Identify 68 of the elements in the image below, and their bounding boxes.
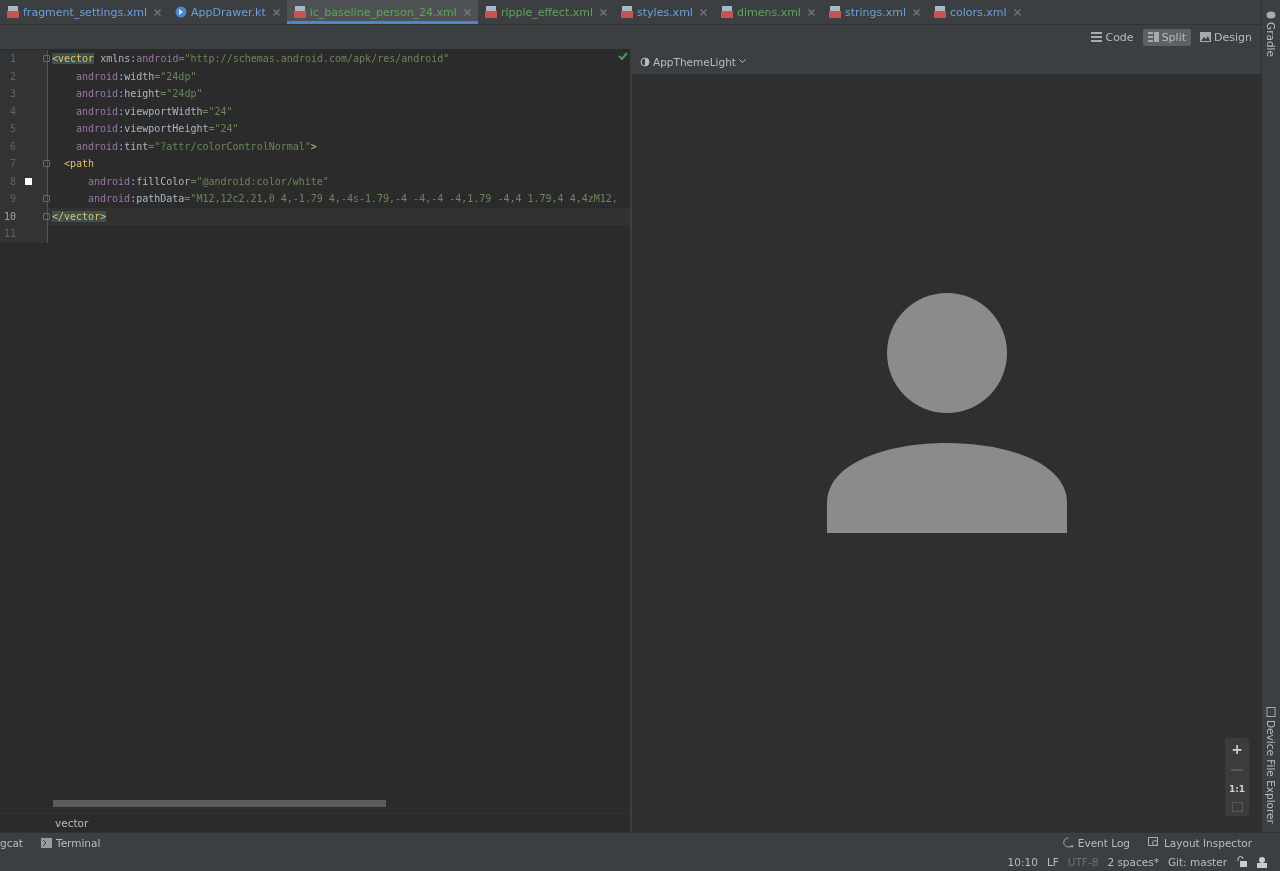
fold-icon[interactable]	[43, 55, 50, 63]
code-line: android:viewportWidth="24"	[75, 105, 233, 117]
file-tab[interactable]: strings.xml	[821, 0, 927, 24]
kotlin-file-icon	[175, 6, 188, 18]
code-line: android:width="24dp"	[75, 70, 197, 82]
code-line: android:tint="?attr/colorControlNormal">	[75, 140, 317, 152]
xml-file-icon	[934, 6, 946, 18]
gradle-tool-button[interactable]: Gradle	[1265, 10, 1277, 57]
caret-icon	[738, 59, 746, 64]
tool-window-button[interactable]: Terminal	[41, 836, 101, 849]
device-icon	[1266, 707, 1276, 718]
file-tab[interactable]: AppDrawer.kt	[168, 0, 287, 24]
status-item[interactable]: 10:10	[1007, 855, 1038, 868]
file-tab[interactable]: dimens.xml	[713, 0, 822, 24]
status-item[interactable]: Git: master	[1167, 855, 1227, 868]
inspector-icon	[1148, 837, 1160, 848]
status-item[interactable]: LF	[1046, 855, 1059, 868]
close-icon[interactable]	[1013, 8, 1021, 16]
close-icon[interactable]	[463, 8, 471, 16]
close-icon[interactable]	[154, 8, 162, 16]
line-number: 10	[2, 210, 16, 222]
breadcrumb[interactable]: vector	[55, 817, 89, 829]
user-icon[interactable]	[1256, 855, 1268, 868]
xml-file-icon	[828, 6, 841, 18]
close-icon[interactable]	[807, 8, 815, 16]
zoom-button[interactable]: +	[1231, 742, 1243, 756]
close-icon[interactable]	[699, 8, 707, 16]
fold-icon[interactable]	[43, 195, 50, 203]
file-tab[interactable]: fragment_settings.xml	[0, 0, 169, 24]
check-icon	[618, 52, 628, 60]
fold-icon[interactable]	[43, 212, 50, 220]
speech-bubble-icon	[1062, 837, 1074, 848]
view-mode-button[interactable]: Design	[1195, 28, 1257, 46]
view-mode-button[interactable]: Code	[1086, 28, 1139, 46]
theme-selector[interactable]: AppThemeLight	[640, 55, 746, 68]
code-line: android:fillColor="@android:color/white"	[87, 175, 329, 187]
file-tab[interactable]: styles.xml	[614, 0, 714, 24]
code-line: <path	[63, 158, 95, 170]
lines-icon	[1091, 32, 1103, 42]
file-tab[interactable]: colors.xml	[927, 0, 1028, 24]
theme-icon	[640, 56, 650, 67]
device-file-explorer-tool-button[interactable]: Device File Explorer	[1265, 707, 1277, 824]
status-item[interactable]: 2 spaces*	[1107, 855, 1159, 868]
code-line: <vector xmlns:android="http://schemas.android.com/apk/res/android"	[52, 53, 450, 65]
split-view-icon	[1147, 32, 1159, 42]
tool-window-button[interactable]: Event Log	[1062, 836, 1130, 849]
xml-file-icon	[7, 6, 19, 18]
code-line: android:viewportHeight="24"	[75, 123, 239, 135]
fold-icon[interactable]	[43, 160, 50, 168]
xml-file-icon	[293, 6, 306, 18]
code-line: android:height="24dp"	[75, 88, 203, 100]
close-icon[interactable]	[913, 8, 920, 16]
zoom-button[interactable]: 1:1	[1228, 782, 1246, 796]
code-line: android:pathData="M12,12c2.21,0 4,-1.79 4,-4s-1.79,-4 -4,-4 -4,1.79 -4,4 1.79,4 4,4zM12,	[87, 193, 618, 205]
terminal-icon	[41, 837, 52, 848]
scrollbar-thumb[interactable]	[53, 800, 386, 807]
close-icon[interactable]	[600, 8, 607, 16]
lock-icon[interactable]	[1236, 856, 1247, 867]
tool-window-button[interactable]: Layout Inspector	[1148, 836, 1252, 849]
tool-window-button[interactable]: gcat	[0, 836, 23, 849]
xml-file-icon	[621, 6, 633, 18]
image-icon	[1200, 32, 1211, 42]
xml-file-icon	[720, 6, 733, 18]
xml-file-icon	[484, 6, 497, 18]
close-icon[interactable]	[272, 8, 280, 16]
file-tab[interactable]: ripple_effect.xml	[477, 0, 614, 24]
fit-screen-icon[interactable]	[1231, 802, 1243, 812]
view-mode-button[interactable]: Split	[1142, 28, 1191, 46]
